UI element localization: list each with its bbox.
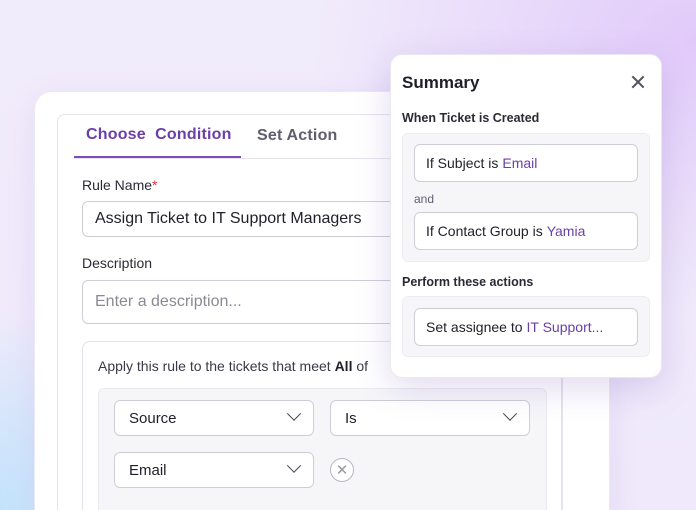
chevron-down-icon <box>502 406 518 421</box>
tab-set-action[interactable]: Set Action <box>241 113 354 158</box>
rule-match-mode[interactable]: All <box>335 358 353 374</box>
rule-match-suffix: of <box>356 358 369 374</box>
condition-field-select[interactable]: Source <box>114 400 314 436</box>
summary-actions-heading: Perform these actions <box>402 275 534 289</box>
required-mark: * <box>152 177 158 193</box>
rule-match-prefix: Apply this rule to the tickets that meet <box>98 358 331 374</box>
summary-condition-prefix: If Subject is <box>426 155 499 171</box>
condition-value-text: Email <box>129 461 167 479</box>
summary-trigger-heading: When Ticket is Created <box>402 111 540 125</box>
condition-operator-value: Is <box>345 409 357 427</box>
condition-value-select[interactable]: Email <box>114 452 314 488</box>
rule-name-input[interactable]: Assign Ticket to IT Support Managers <box>82 201 422 237</box>
close-icon: ✕ <box>335 462 349 479</box>
rule-name-label-text: Rule Name <box>82 177 153 193</box>
summary-condition-prefix: If Contact Group is <box>426 223 543 239</box>
condition-field-value: Source <box>129 409 177 427</box>
chevron-down-icon <box>286 458 302 473</box>
close-icon[interactable] <box>628 72 648 92</box>
summary-action-prefix: Set assignee to <box>426 319 523 335</box>
summary-condition-value: Yamia <box>546 223 586 239</box>
rule-name-label: Rule Name* <box>82 177 157 193</box>
description-label: Description <box>82 255 153 271</box>
remove-condition-button[interactable]: ✕ <box>330 458 354 482</box>
summary-condition-value: Email <box>502 155 538 171</box>
tab-choose-condition[interactable]: Choose Condition <box>74 113 241 158</box>
summary-joiner: and <box>414 192 435 206</box>
chevron-down-icon <box>286 406 302 421</box>
description-input[interactable]: Enter a description... <box>82 280 422 324</box>
summary-condition-item: If Contact Group is Yamia <box>414 212 638 250</box>
summary-action-item: Set assignee to IT Support... <box>414 308 638 346</box>
summary-action-value: IT Support... <box>526 319 604 335</box>
summary-condition-item: If Subject is Email <box>414 144 638 182</box>
summary-title: Summary <box>402 73 480 92</box>
rule-match-text: Apply this rule to the tickets that meet… <box>98 358 368 374</box>
condition-operator-select[interactable]: Is <box>330 400 530 436</box>
